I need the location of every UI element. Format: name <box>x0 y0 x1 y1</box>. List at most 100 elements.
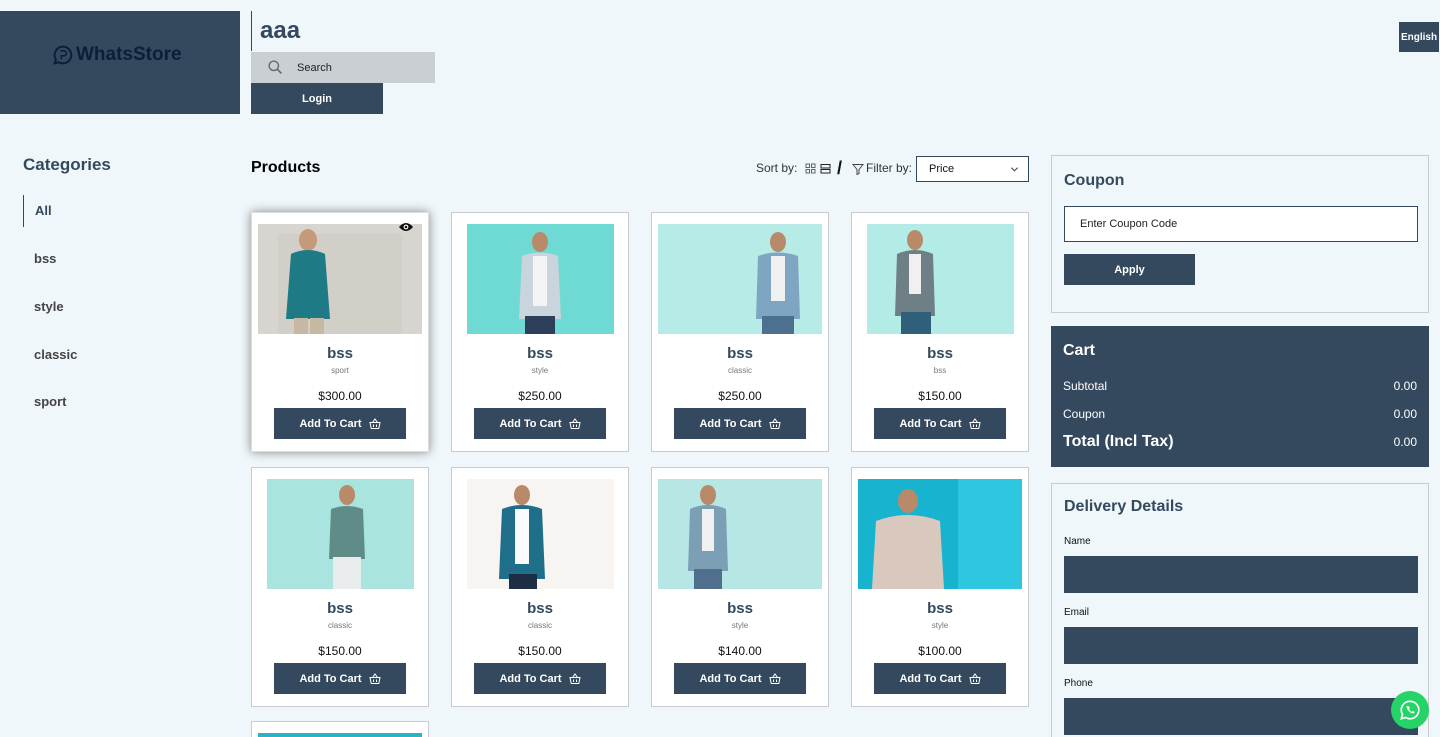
add-to-cart-label: Add To Cart <box>299 417 362 430</box>
logo-text: WhatsStore <box>76 44 182 65</box>
quick-view-eye-icon[interactable] <box>398 221 414 233</box>
product-card[interactable]: bss style $140.00 Add To Cart <box>651 467 829 707</box>
cart-subtotal-row: Subtotal 0.00 <box>1063 379 1417 393</box>
add-to-cart-button[interactable]: Add To Cart <box>274 663 406 694</box>
logo[interactable]: WhatsStore <box>53 44 182 66</box>
search-bar[interactable] <box>251 52 435 83</box>
category-item-all[interactable]: All <box>23 195 52 227</box>
product-category: style <box>531 366 549 375</box>
product-name[interactable]: bss <box>452 600 628 617</box>
product-category: classic <box>327 621 352 630</box>
coupon-title: Coupon <box>1064 172 1125 189</box>
filter-select[interactable]: Price <box>916 156 1029 182</box>
total-value: 0.00 <box>1393 435 1417 449</box>
login-button[interactable]: Login <box>251 83 383 114</box>
basket-icon <box>768 672 781 684</box>
basket-icon <box>568 417 581 429</box>
product-image[interactable] <box>258 224 422 334</box>
subtotal-label: Subtotal <box>1063 379 1108 393</box>
name-field[interactable] <box>1064 556 1418 593</box>
coupon-code-input[interactable] <box>1064 206 1418 242</box>
add-to-cart-button[interactable]: Add To Cart <box>674 663 806 694</box>
language-button[interactable]: English <box>1399 22 1439 52</box>
grid-view-icon[interactable] <box>805 163 816 174</box>
product-card[interactable]: bss classic $150.00 Add To Cart <box>251 467 429 707</box>
coupon-label: Coupon <box>1063 407 1106 421</box>
coupon-panel: Coupon Apply <box>1051 155 1429 313</box>
product-name[interactable]: bss <box>652 600 828 617</box>
coupon-value: 0.00 <box>1393 407 1417 421</box>
list-view-icon[interactable] <box>820 163 831 174</box>
phone-label: Phone <box>1064 678 1093 689</box>
product-image[interactable] <box>258 733 422 737</box>
product-name[interactable]: bss <box>852 600 1028 617</box>
product-category: sport <box>331 366 349 375</box>
product-image[interactable] <box>658 224 822 334</box>
product-category: style <box>731 621 749 630</box>
category-item-style[interactable]: style <box>23 291 64 323</box>
add-to-cart-button[interactable]: Add To Cart <box>874 408 1006 439</box>
delivery-panel: Delivery Details Name Email Phone <box>1051 483 1429 737</box>
product-category: classic <box>727 366 752 375</box>
product-price: $150.00 <box>318 644 362 658</box>
add-to-cart-button[interactable]: Add To Cart <box>674 408 806 439</box>
category-item-sport[interactable]: sport <box>23 386 67 418</box>
product-category: style <box>931 621 949 630</box>
product-name[interactable]: bss <box>452 345 628 362</box>
product-card[interactable]: bss style $250.00 Add To Cart <box>451 212 629 452</box>
categories-title: Categories <box>23 155 111 174</box>
product-image[interactable] <box>658 479 822 589</box>
add-to-cart-button[interactable]: Add To Cart <box>274 408 406 439</box>
product-card[interactable]: bss bss $150.00 Add To Cart <box>851 212 1029 452</box>
category-item-bss[interactable]: bss <box>23 243 56 275</box>
product-price: $140.00 <box>718 644 762 658</box>
cart-panel: Cart Subtotal 0.00 Coupon 0.00 Total (In… <box>1051 326 1429 467</box>
product-card[interactable]: bss style $100.00 Add To Cart <box>851 467 1029 707</box>
store-name: aaa <box>251 11 300 51</box>
cart-total-row: Total (Incl Tax) 0.00 <box>1063 433 1417 451</box>
sort-label: Sort by: <box>756 161 798 175</box>
product-image[interactable] <box>467 224 614 334</box>
product-image[interactable] <box>267 479 414 589</box>
add-to-cart-button[interactable]: Add To Cart <box>474 408 606 439</box>
product-price: $150.00 <box>518 644 562 658</box>
product-image[interactable] <box>467 479 614 589</box>
add-to-cart-button[interactable]: Add To Cart <box>474 663 606 694</box>
email-label: Email <box>1064 607 1090 618</box>
basket-icon <box>968 672 981 684</box>
add-to-cart-button[interactable]: Add To Cart <box>874 663 1006 694</box>
apply-coupon-button[interactable]: Apply <box>1064 254 1195 285</box>
filter-label: Filter by: <box>866 161 913 175</box>
name-label: Name <box>1064 536 1091 547</box>
basket-icon <box>368 672 381 684</box>
separator-slash: / <box>837 158 843 178</box>
product-price: $100.00 <box>918 644 962 658</box>
product-category: bss <box>933 366 947 375</box>
cart-coupon-row: Coupon 0.00 <box>1063 407 1417 421</box>
add-to-cart-label: Add To Cart <box>899 417 962 430</box>
category-item-classic[interactable]: classic <box>23 339 77 371</box>
add-to-cart-label: Add To Cart <box>899 672 962 685</box>
product-image[interactable] <box>858 479 1022 589</box>
basket-icon <box>568 672 581 684</box>
product-card[interactable]: bss sport $300.00 Add To Cart <box>251 212 429 452</box>
product-name[interactable]: bss <box>852 345 1028 362</box>
product-name[interactable]: bss <box>252 600 428 617</box>
basket-icon <box>768 417 781 429</box>
cart-title: Cart <box>1063 342 1096 359</box>
total-label: Total (Incl Tax) <box>1063 433 1174 450</box>
product-card[interactable]: bss classic $150.00 Add To Cart <box>451 467 629 707</box>
product-name[interactable]: bss <box>252 345 428 362</box>
basket-icon <box>968 417 981 429</box>
search-input[interactable] <box>297 61 417 74</box>
phone-field[interactable] <box>1064 698 1418 735</box>
add-to-cart-label: Add To Cart <box>499 417 562 430</box>
email-field[interactable] <box>1064 627 1418 664</box>
product-card[interactable]: bss classic $250.00 Add To Cart <box>651 212 829 452</box>
products-title: Products <box>251 159 321 176</box>
subtotal-value: 0.00 <box>1393 379 1417 393</box>
product-image[interactable] <box>867 224 1014 334</box>
product-card[interactable] <box>251 721 429 737</box>
whatsapp-chat-button[interactable] <box>1391 691 1429 729</box>
product-name[interactable]: bss <box>652 345 828 362</box>
